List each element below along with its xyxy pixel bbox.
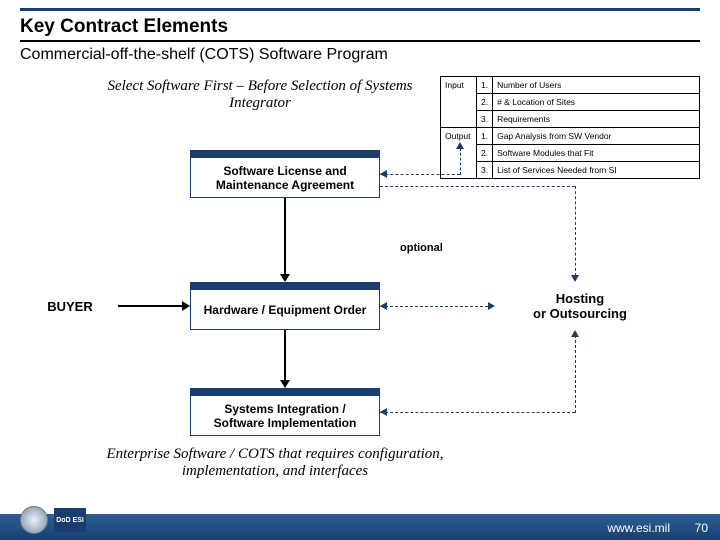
io-text: Software Modules that Fit [493,145,700,162]
slide-subtitle: Commercial-off-the-shelf (COTS) Software… [20,46,388,64]
box-label: BUYER [47,299,93,314]
connector-hw-host [380,306,488,307]
arrow-head-icon [380,302,387,310]
arrow-head-icon [571,275,579,282]
io-num: 3. [477,162,493,179]
title-top-rule [20,8,700,11]
input-label: Input [441,77,477,128]
connector-sla-host [575,186,576,276]
arrow-head-icon [571,330,579,337]
box-buyer: BUYER [25,282,115,330]
io-text: List of Services Needed from SI [493,162,700,179]
arrow-head-icon [280,274,290,282]
io-num: 3. [477,111,493,128]
io-text: Requirements [493,111,700,128]
box-systems-integration: Systems Integration / Software Implement… [190,388,380,436]
dod-seal-icon [20,506,48,534]
box-label: Systems Integration / Software Implement… [199,402,371,430]
footer-url: www.esi.mil [607,521,670,535]
arrow-head-icon [380,408,387,416]
io-text: Gap Analysis from SW Vendor [493,128,700,145]
title-underline [20,40,700,42]
connector-si-host [575,335,576,413]
io-num: 1. [477,77,493,94]
arrow-sla-to-hw [284,198,286,276]
box-hosting: Hosting or Outsourcing [495,282,665,330]
arrow-head-icon [456,142,464,149]
box-software-license: Software License and Maintenance Agreeme… [190,150,380,198]
optional-label: optional [400,242,443,254]
connector-sla-host [380,186,575,187]
input-output-table: Input 1. Number of Users 2. # & Location… [440,76,700,179]
io-text: Number of Users [493,77,700,94]
io-num: 2. [477,145,493,162]
box-label: Hardware / Equipment Order [204,303,367,317]
connector-si-host [380,412,575,413]
connector-sla-io [460,148,461,175]
esi-logo-icon: DoD ESI [54,508,86,532]
io-num: 1. [477,128,493,145]
arrow-hw-to-si [284,330,286,382]
output-label: Output [441,128,477,179]
box-label: Hosting or Outsourcing [533,291,627,321]
arrow-buyer-to-hw [118,305,182,307]
lead-statement: Select Software First – Before Selection… [100,78,420,112]
arrow-head-icon [488,302,495,310]
io-text: # & Location of Sites [493,94,700,111]
arrow-head-icon [182,301,190,311]
box-label: Software License and Maintenance Agreeme… [199,164,371,192]
io-num: 2. [477,94,493,111]
arrow-head-icon [280,380,290,388]
slide-title: Key Contract Elements [20,16,228,38]
page-number: 70 [695,521,708,535]
footer-logos: DoD ESI [20,506,86,534]
footer-note: Enterprise Software / COTS that requires… [60,446,490,480]
connector-sla-io [380,174,460,175]
arrow-head-icon [380,170,387,178]
box-hardware-order: Hardware / Equipment Order [190,282,380,330]
